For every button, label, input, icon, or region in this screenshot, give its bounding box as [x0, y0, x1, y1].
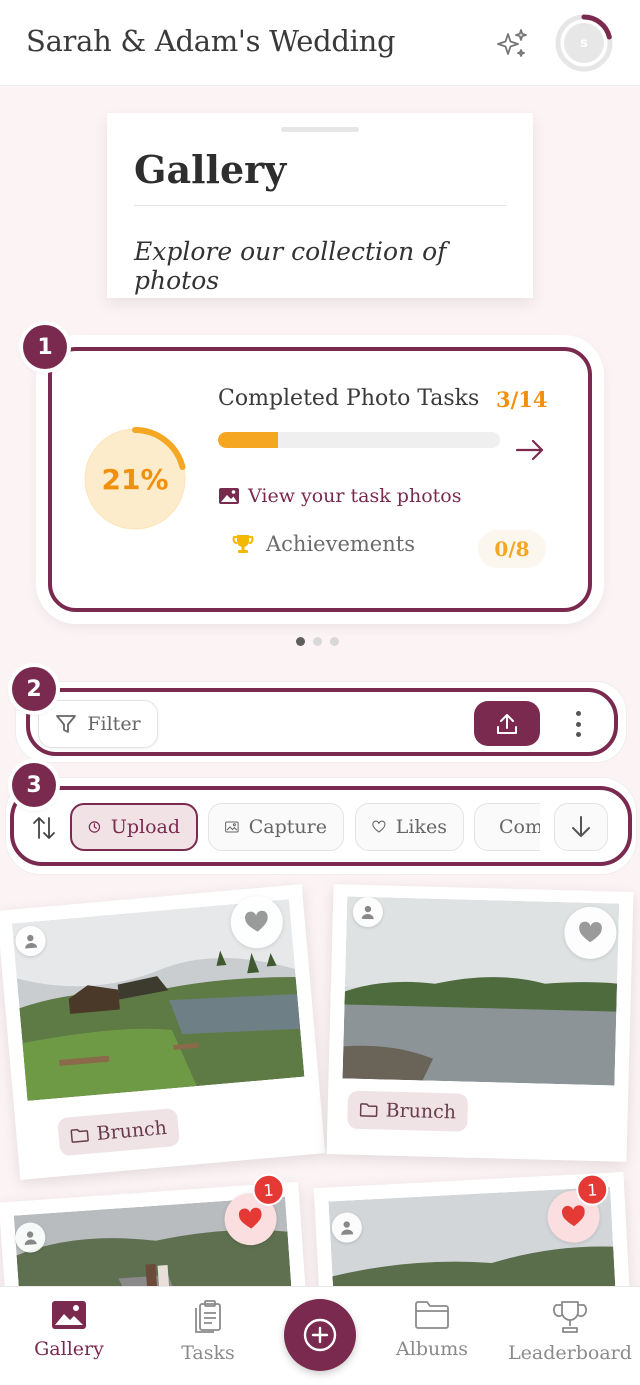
carousel-dots[interactable] — [296, 637, 339, 646]
tutorial-step-badge: 1 — [23, 325, 67, 369]
nav-item-gallery[interactable]: Gallery — [4, 1300, 134, 1360]
view-task-photos-link[interactable]: View your task photos — [218, 485, 461, 507]
arrow-right-icon[interactable] — [514, 436, 546, 464]
image-icon — [219, 488, 239, 504]
page-subtitle: Explore our collection of photos — [134, 237, 447, 295]
app-header: Sarah & Adam's Wedding s — [0, 0, 640, 86]
image-icon — [225, 821, 239, 833]
upload-button[interactable] — [474, 701, 540, 746]
tasks-progress-fill — [218, 432, 279, 448]
nav-label: Leaderboard — [508, 1342, 632, 1364]
album-tag-label: Brunch — [95, 1116, 168, 1145]
tasks-icon — [195, 1300, 221, 1333]
sort-chip-label: Likes — [395, 816, 447, 838]
profile-avatar-button[interactable]: s — [554, 13, 614, 73]
view-task-photos-label: View your task photos — [248, 485, 462, 507]
folder-icon — [415, 1301, 449, 1329]
nav-label: Tasks — [181, 1342, 235, 1364]
gallery-icon — [52, 1301, 86, 1329]
carousel-dot[interactable] — [330, 637, 339, 646]
sort-chip-comments[interactable]: Comments — [474, 803, 540, 851]
achievements-count: 0/8 — [478, 530, 546, 568]
trophy-icon — [232, 535, 254, 553]
heart-outline-icon — [372, 820, 386, 833]
nav-item-tasks[interactable]: Tasks — [143, 1300, 273, 1364]
album-tag[interactable]: Brunch — [347, 1090, 469, 1132]
avatar: s — [564, 23, 604, 63]
carousel-dot[interactable] — [313, 637, 322, 646]
app-title: Sarah & Adam's Wedding — [26, 24, 396, 58]
progress-percent: 21% — [101, 462, 169, 496]
album-tag[interactable]: Brunch — [57, 1107, 181, 1157]
more-options-icon[interactable] — [566, 708, 590, 740]
sort-chip-label: Capture — [248, 816, 327, 838]
album-tag-label: Brunch — [385, 1099, 457, 1124]
sort-chip-label: Comments — [499, 816, 540, 838]
filter-label: Filter — [87, 713, 141, 735]
heart-filled-icon — [561, 1205, 585, 1227]
achievements-label: Achievements — [266, 532, 415, 556]
folder-icon — [70, 1128, 89, 1143]
nav-label: Gallery — [34, 1338, 104, 1360]
sort-direction-button[interactable] — [554, 803, 608, 851]
add-button[interactable] — [284, 1299, 356, 1371]
sort-chip-likes[interactable]: Likes — [355, 803, 464, 851]
progress-ring: 21% — [81, 425, 189, 533]
heart-icon — [245, 910, 268, 932]
sort-chip-capture[interactable]: Capture — [208, 803, 344, 851]
tutorial-step-badge: 3 — [12, 763, 56, 807]
heart-filled-icon — [238, 1207, 262, 1229]
filter-button[interactable]: Filter — [38, 700, 158, 748]
sort-toggle-icon[interactable] — [30, 814, 58, 842]
nav-item-leaderboard[interactable]: Leaderboard — [505, 1300, 635, 1364]
nav-item-albums[interactable]: Albums — [367, 1300, 497, 1360]
sparkle-icon[interactable] — [494, 26, 530, 62]
upload-icon — [497, 713, 517, 734]
tasks-title: Completed Photo Tasks — [218, 386, 480, 411]
photo-card[interactable]: Brunch — [326, 884, 634, 1162]
carousel-dot[interactable] — [296, 637, 305, 646]
tasks-count: 3/14 — [496, 387, 548, 412]
trophy-icon — [553, 1301, 587, 1333]
achievements-row[interactable]: Achievements — [232, 532, 415, 556]
heart-icon — [579, 921, 602, 943]
tasks-progress-bar — [218, 432, 500, 448]
plus-icon — [303, 1318, 337, 1352]
photo-card[interactable]: Brunch — [0, 884, 326, 1180]
nav-label: Albums — [396, 1338, 468, 1360]
arrow-down-icon — [572, 816, 590, 837]
tutorial-step-badge: 2 — [12, 667, 56, 711]
divider — [134, 205, 507, 206]
filter-icon — [56, 715, 77, 733]
page-title: Gallery — [134, 147, 287, 192]
sort-chip-label: Upload — [110, 816, 180, 838]
clock-icon — [88, 821, 101, 833]
sort-chip-upload[interactable]: Upload — [70, 803, 198, 851]
drag-handle[interactable] — [281, 127, 359, 132]
folder-icon — [359, 1103, 378, 1118]
gallery-header-card: Gallery Explore our collection of photos — [107, 113, 533, 298]
